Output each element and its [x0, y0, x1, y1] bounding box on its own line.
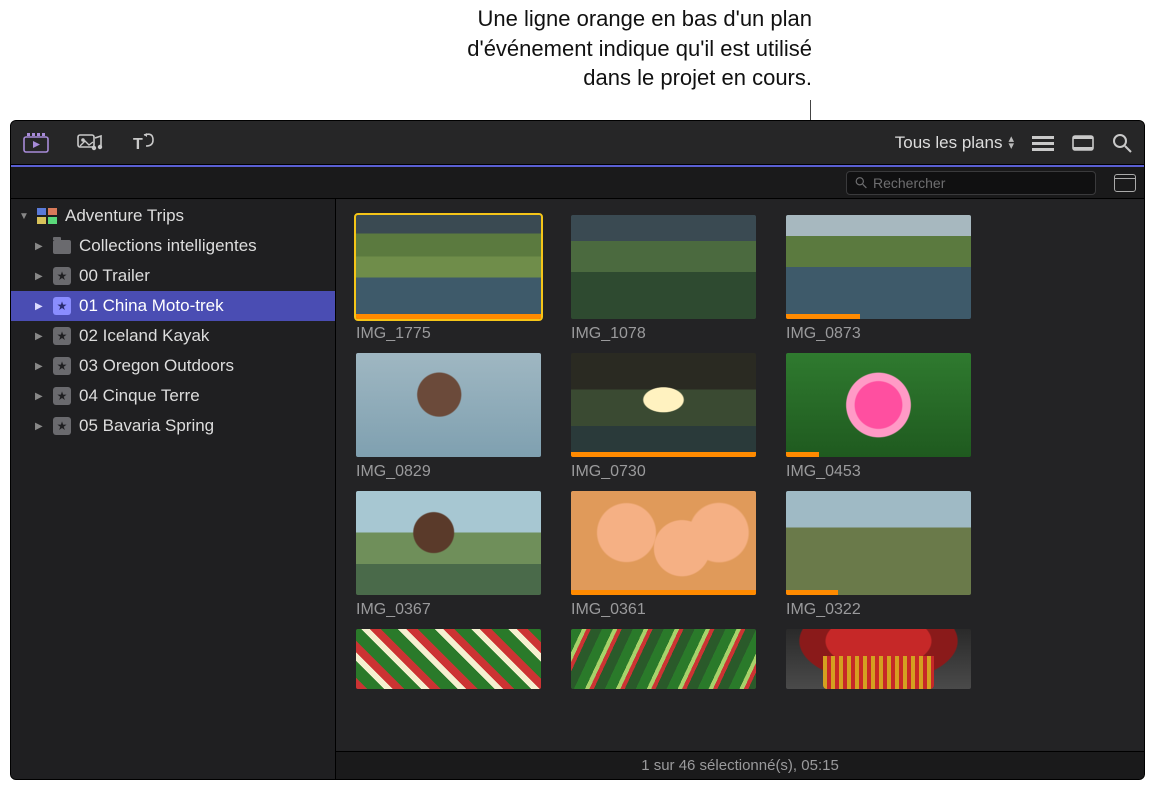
- sidebar-item-label: 05 Bavaria Spring: [79, 416, 214, 436]
- sidebar-item-event[interactable]: ▶ ★ 01 China Moto-trek: [11, 291, 335, 321]
- sidebar: ▼ Adventure Trips ▶ Collections intellig…: [11, 199, 336, 779]
- dropdown-arrows-icon: ▴▾: [1008, 136, 1014, 150]
- used-indicator: [786, 452, 819, 457]
- list-view-icon[interactable]: [1032, 135, 1054, 151]
- clip-item[interactable]: IMG_0829: [356, 353, 541, 481]
- clip-thumbnail[interactable]: [786, 353, 971, 457]
- app-window: T Tous les plans ▴▾: [10, 120, 1145, 780]
- sidebar-item-label: Collections intelligentes: [79, 236, 257, 256]
- clip-browser: IMG_1775 IMG_1078 IMG_0873 IMG_0829: [336, 199, 1144, 779]
- clip-thumbnail[interactable]: [356, 215, 541, 319]
- search-icon[interactable]: [1112, 133, 1132, 153]
- sidebar-library[interactable]: ▼ Adventure Trips: [11, 201, 335, 231]
- clip-item[interactable]: IMG_0367: [356, 491, 541, 619]
- clip-thumbnail[interactable]: [571, 491, 756, 595]
- library-name: Adventure Trips: [65, 206, 184, 226]
- used-indicator: [356, 314, 541, 319]
- event-icon: ★: [53, 297, 71, 315]
- search-icon: [855, 176, 867, 189]
- sidebar-item-label: 04 Cinque Terre: [79, 386, 200, 406]
- disclosure-triangle-icon[interactable]: ▼: [19, 211, 29, 222]
- clip-label: IMG_0367: [356, 601, 541, 619]
- disclosure-triangle-icon[interactable]: ▶: [35, 301, 45, 312]
- sidebar-item-label: 02 Iceland Kayak: [79, 326, 209, 346]
- clip-thumbnail[interactable]: [571, 629, 756, 689]
- sidebar-item-label: 03 Oregon Outdoors: [79, 356, 234, 376]
- disclosure-triangle-icon[interactable]: ▶: [35, 271, 45, 282]
- clip-item[interactable]: IMG_0730: [571, 353, 756, 481]
- sidebar-item-label: 01 China Moto-trek: [79, 296, 224, 316]
- clip-label: IMG_0873: [786, 325, 971, 343]
- annotation-text: Une ligne orange en bas d'un plan d'évén…: [0, 4, 1152, 93]
- used-indicator: [786, 590, 838, 595]
- clip-item[interactable]: [571, 629, 756, 689]
- clip-item[interactable]: IMG_0873: [786, 215, 971, 343]
- disclosure-triangle-icon[interactable]: ▶: [35, 241, 45, 252]
- clip-item[interactable]: IMG_0453: [786, 353, 971, 481]
- clip-label: IMG_1078: [571, 325, 756, 343]
- event-icon: ★: [53, 357, 71, 375]
- clip-label: IMG_0453: [786, 463, 971, 481]
- used-indicator: [571, 590, 756, 595]
- disclosure-triangle-icon[interactable]: ▶: [35, 361, 45, 372]
- photos-music-icon[interactable]: [77, 132, 103, 154]
- event-icon: ★: [53, 387, 71, 405]
- status-bar: 1 sur 46 sélectionné(s), 05:15: [336, 751, 1144, 779]
- search-field[interactable]: [846, 171, 1096, 195]
- clip-label: IMG_0730: [571, 463, 756, 481]
- used-indicator: [786, 314, 860, 319]
- annotation-line: dans le projet en cours.: [583, 65, 812, 90]
- clip-item[interactable]: IMG_0361: [571, 491, 756, 619]
- clip-label: IMG_1775: [356, 325, 541, 343]
- filter-bar: [11, 165, 1144, 199]
- clip-thumbnail[interactable]: [356, 629, 541, 689]
- clip-thumbnail[interactable]: [571, 215, 756, 319]
- svg-text:T: T: [133, 136, 143, 153]
- clip-thumbnail[interactable]: [786, 215, 971, 319]
- sidebar-item-event[interactable]: ▶ ★ 03 Oregon Outdoors: [11, 351, 335, 381]
- clip-filter-label: Tous les plans: [895, 133, 1003, 153]
- filmstrip-view-icon[interactable]: [1072, 135, 1094, 151]
- sidebar-item-event[interactable]: ▶ ★ 05 Bavaria Spring: [11, 411, 335, 441]
- clip-thumbnail[interactable]: [356, 491, 541, 595]
- clip-item[interactable]: IMG_1775: [356, 215, 541, 343]
- clip-item[interactable]: [356, 629, 541, 689]
- disclosure-triangle-icon[interactable]: ▶: [35, 391, 45, 402]
- clip-grid: IMG_1775 IMG_1078 IMG_0873 IMG_0829: [336, 199, 1144, 751]
- event-icon: ★: [53, 417, 71, 435]
- annotation-line: d'événement indique qu'il est utilisé: [467, 36, 812, 61]
- library-icon: [37, 208, 57, 224]
- status-text: 1 sur 46 sélectionné(s), 05:15: [641, 757, 839, 774]
- clip-thumbnail[interactable]: [571, 353, 756, 457]
- event-icon: ★: [53, 267, 71, 285]
- clip-thumbnail[interactable]: [356, 353, 541, 457]
- sidebar-item-event[interactable]: ▶ ★ 02 Iceland Kayak: [11, 321, 335, 351]
- search-input[interactable]: [873, 175, 1087, 191]
- clip-label: IMG_0829: [356, 463, 541, 481]
- event-icon: ★: [53, 327, 71, 345]
- disclosure-triangle-icon[interactable]: ▶: [35, 331, 45, 342]
- annotation-line: Une ligne orange en bas d'un plan: [478, 6, 812, 31]
- media-library-icon[interactable]: [23, 132, 49, 154]
- clip-item[interactable]: IMG_0322: [786, 491, 971, 619]
- clip-filter-dropdown[interactable]: Tous les plans ▴▾: [895, 133, 1014, 153]
- used-indicator: [571, 452, 756, 457]
- clip-appearance-icon[interactable]: [1114, 174, 1136, 192]
- sidebar-item-smart-collections[interactable]: ▶ Collections intelligentes: [11, 231, 335, 261]
- clip-label: IMG_0322: [786, 601, 971, 619]
- sidebar-item-label: 00 Trailer: [79, 266, 150, 286]
- toolbar: T Tous les plans ▴▾: [11, 121, 1144, 165]
- sidebar-item-event[interactable]: ▶ ★ 00 Trailer: [11, 261, 335, 291]
- clip-item[interactable]: IMG_1078: [571, 215, 756, 343]
- clip-label: IMG_0361: [571, 601, 756, 619]
- sidebar-item-event[interactable]: ▶ ★ 04 Cinque Terre: [11, 381, 335, 411]
- clip-item[interactable]: [786, 629, 971, 689]
- titles-icon[interactable]: T: [131, 132, 155, 154]
- folder-icon: [53, 240, 71, 254]
- clip-thumbnail[interactable]: [786, 491, 971, 595]
- clip-thumbnail[interactable]: [786, 629, 971, 689]
- disclosure-triangle-icon[interactable]: ▶: [35, 421, 45, 432]
